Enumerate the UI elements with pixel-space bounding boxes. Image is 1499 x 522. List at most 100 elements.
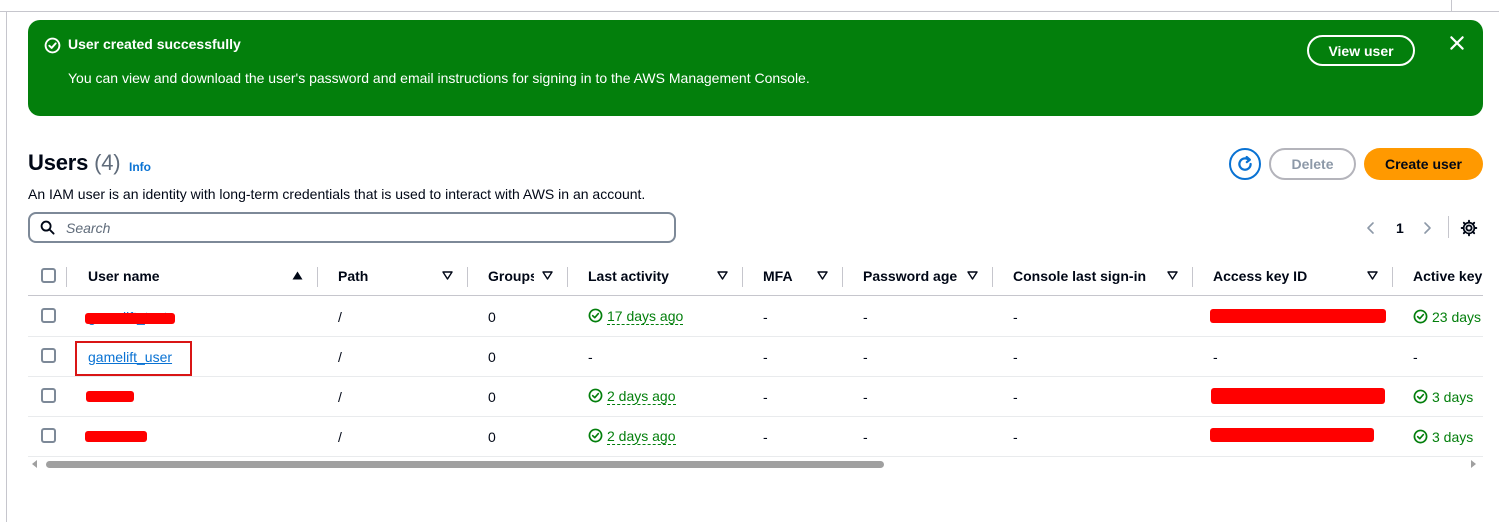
path-cell: / <box>338 309 342 325</box>
refresh-button[interactable] <box>1229 148 1261 180</box>
console-last-sign-in-cell: - <box>1013 389 1018 405</box>
active-key-cell: - <box>1413 349 1418 365</box>
page-title: Users (4) <box>28 150 121 176</box>
password-age-cell: - <box>863 349 868 365</box>
last-activity-text[interactable]: 17 days ago <box>607 308 684 325</box>
success-check-icon <box>1413 309 1428 324</box>
column-header-password-age[interactable]: Password age <box>863 268 957 284</box>
users-count: (4) <box>94 150 121 175</box>
sort-down-icon[interactable] <box>1367 271 1378 280</box>
column-header-active-key[interactable]: Active key <box>1413 268 1482 284</box>
success-check-icon <box>588 308 603 323</box>
flash-title: User created successfully <box>68 36 241 52</box>
path-cell: / <box>338 389 342 405</box>
sort-down-icon[interactable] <box>442 271 453 280</box>
column-divider <box>467 267 468 287</box>
redaction-mark <box>1210 309 1386 323</box>
close-icon[interactable] <box>1448 34 1466 52</box>
user-name-link[interactable]: gamelift_user <box>88 349 172 365</box>
sort-down-icon[interactable] <box>967 271 978 280</box>
users-table: User name Path Groups Last activity MFA … <box>28 257 1483 457</box>
last-activity-text[interactable]: 2 days ago <box>607 428 676 445</box>
table-row[interactable]: gamelift_user / 0 - - - - - - <box>28 337 1483 377</box>
console-last-sign-in-cell: - <box>1013 349 1018 365</box>
sort-down-icon[interactable] <box>717 271 728 280</box>
users-description: An IAM user is an identity with long-ter… <box>28 186 646 202</box>
column-divider <box>1192 267 1193 287</box>
previous-page-icon[interactable] <box>1365 220 1377 236</box>
delete-button[interactable]: Delete <box>1269 148 1356 180</box>
search-field[interactable] <box>28 212 676 243</box>
mfa-cell: - <box>763 309 768 325</box>
row-checkbox[interactable] <box>41 388 56 403</box>
horizontal-scrollbar[interactable] <box>30 458 1480 470</box>
window-left-border <box>6 12 7 522</box>
view-user-button[interactable]: View user <box>1307 35 1415 66</box>
gear-icon[interactable] <box>1460 219 1478 237</box>
table-header-row: User name Path Groups Last activity MFA … <box>28 257 1483 296</box>
column-header-last-activity[interactable]: Last activity <box>588 268 669 284</box>
scroll-right-icon[interactable] <box>1470 460 1476 468</box>
row-checkbox[interactable] <box>41 428 56 443</box>
active-key-cell: 23 days <box>1413 309 1481 325</box>
column-divider <box>742 267 743 287</box>
groups-cell: 0 <box>488 389 496 405</box>
column-header-user-name[interactable]: User name <box>88 268 160 284</box>
current-page-number[interactable]: 1 <box>1396 220 1404 236</box>
column-divider <box>317 267 318 287</box>
last-activity-cell[interactable]: 17 days ago <box>588 308 684 325</box>
sort-down-icon[interactable] <box>817 271 828 280</box>
refresh-icon <box>1238 155 1252 171</box>
table-row[interactable]: gamelift_test / 0 17 days ago - - - 23 d… <box>28 297 1483 337</box>
flash-message: You can view and download the user's pas… <box>68 70 810 86</box>
column-header-mfa[interactable]: MFA <box>763 268 793 284</box>
groups-cell: 0 <box>488 309 496 325</box>
table-row[interactable]: / 0 2 days ago - - - 3 days <box>28 417 1483 457</box>
console-last-sign-in-cell: - <box>1013 429 1018 445</box>
column-divider <box>567 267 568 287</box>
pagination-divider <box>1448 216 1449 238</box>
mfa-cell: - <box>763 429 768 445</box>
password-age-cell: - <box>863 429 868 445</box>
password-age-cell: - <box>863 309 868 325</box>
active-key-cell: 3 days <box>1413 429 1473 445</box>
column-divider <box>1392 267 1393 287</box>
success-check-icon <box>1413 389 1428 404</box>
success-check-icon <box>1413 429 1428 444</box>
active-key-age: 3 days <box>1432 389 1474 405</box>
active-key-age: 3 days <box>1432 429 1474 445</box>
scroll-left-icon[interactable] <box>32 460 38 468</box>
last-activity-text[interactable]: 2 days ago <box>607 388 676 405</box>
row-checkbox[interactable] <box>41 348 56 363</box>
row-checkbox[interactable] <box>41 308 56 323</box>
path-cell: / <box>338 429 342 445</box>
column-header-access-key-id[interactable]: Access key ID <box>1213 268 1307 284</box>
create-user-button[interactable]: Create user <box>1364 148 1483 180</box>
mfa-cell: - <box>763 389 768 405</box>
info-link[interactable]: Info <box>129 160 151 174</box>
scrollbar-thumb[interactable] <box>46 461 884 468</box>
success-check-icon <box>588 428 603 443</box>
sort-down-icon[interactable] <box>1167 271 1178 280</box>
table-row[interactable]: / 0 2 days ago - - - 3 days <box>28 377 1483 417</box>
window-corner-border <box>1451 0 1452 11</box>
redaction-mark <box>85 313 175 324</box>
redaction-mark <box>86 391 134 402</box>
access-key-id-cell: - <box>1213 349 1218 365</box>
success-check-icon <box>44 37 61 54</box>
redaction-mark <box>1210 428 1374 442</box>
active-key-cell: 3 days <box>1413 389 1473 405</box>
last-activity-cell[interactable]: 2 days ago <box>588 388 676 405</box>
next-page-icon[interactable] <box>1421 220 1433 236</box>
select-all-checkbox[interactable] <box>41 268 56 283</box>
success-check-icon <box>588 388 603 403</box>
column-header-console-last-sign-in[interactable]: Console last sign-in <box>1013 268 1146 284</box>
redaction-mark <box>85 431 147 442</box>
active-key-age: 23 days <box>1432 309 1482 325</box>
sort-down-icon[interactable] <box>542 271 553 280</box>
column-header-path[interactable]: Path <box>338 268 368 284</box>
search-input[interactable] <box>66 219 656 237</box>
last-activity-cell[interactable]: 2 days ago <box>588 428 676 445</box>
column-header-groups[interactable]: Groups <box>488 268 534 284</box>
sort-ascending-icon[interactable] <box>292 271 303 280</box>
